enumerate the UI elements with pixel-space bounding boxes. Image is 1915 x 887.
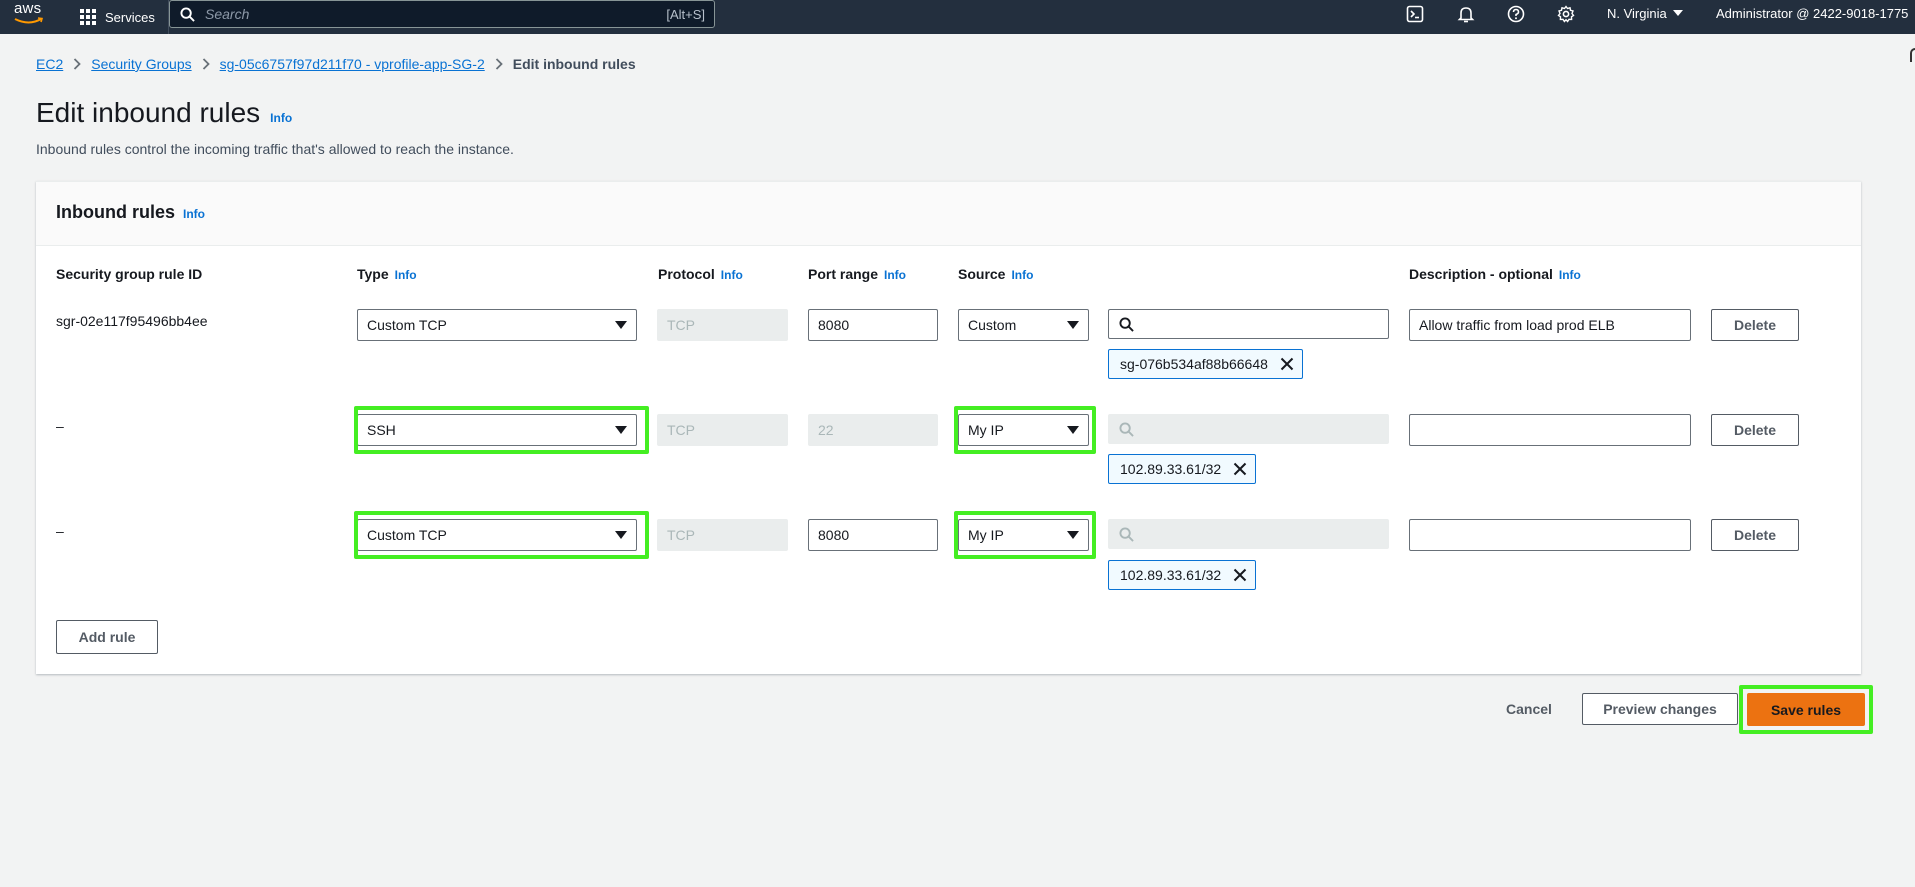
caret-down-icon: [1067, 321, 1079, 329]
top-navigation: aws Services Search [Alt+S] N. Virginia …: [0, 0, 1915, 34]
notifications-bell-icon[interactable]: [1457, 5, 1477, 25]
search-icon: [1119, 316, 1134, 332]
page-header: Edit inbound rules Info: [36, 97, 292, 129]
search-icon: [1119, 526, 1134, 542]
cancel-button[interactable]: Cancel: [1506, 701, 1552, 717]
source-select-2[interactable]: My IP: [958, 414, 1089, 446]
search-icon: [180, 6, 195, 22]
source-token-2: 102.89.33.61/32: [1108, 454, 1257, 484]
source-token-3: 102.89.33.61/32: [1108, 560, 1257, 590]
panel-title: Inbound rules: [56, 202, 175, 222]
account-menu[interactable]: Administrator @ 2422-9018-1775: [1716, 0, 1908, 26]
panel-header: Inbound rules Info: [36, 182, 1861, 246]
source-select-3[interactable]: My IP: [958, 519, 1089, 551]
source-info-link[interactable]: Info: [1011, 268, 1033, 282]
page-title: Edit inbound rules: [36, 97, 261, 128]
caret-down-icon: [1067, 426, 1079, 434]
aws-smile-icon: [14, 17, 44, 24]
page-info-link[interactable]: Info: [270, 111, 292, 125]
breadcrumb-current: Edit inbound rules: [512, 56, 636, 72]
col-header-rule-id: Security group rule ID: [56, 266, 203, 282]
delete-rule-button-3[interactable]: Delete: [1711, 519, 1799, 551]
caret-down-icon: [1067, 531, 1079, 539]
account-label: Administrator @ 2422-9018-1775: [1716, 5, 1909, 21]
description-info-link[interactable]: Info: [1559, 268, 1581, 282]
help-icon[interactable]: [1507, 5, 1527, 25]
protocol-info-link[interactable]: Info: [721, 268, 743, 282]
source-search-input-3: [1108, 519, 1389, 549]
chevron-right-icon: [485, 58, 513, 70]
caret-down-icon: [615, 531, 627, 539]
description-input-2[interactable]: [1409, 414, 1691, 446]
source-search-input-2: [1108, 414, 1389, 444]
breadcrumb-security-groups[interactable]: Security Groups: [91, 56, 191, 72]
add-rule-button[interactable]: Add rule: [56, 620, 158, 654]
protocol-field-3: TCP: [657, 519, 788, 551]
cloudshell-icon[interactable]: [1406, 5, 1426, 25]
col-header-description: Description - optional Info: [1409, 266, 1581, 282]
breadcrumb: EC2 Security Groups sg-05c6757f97d211f70…: [36, 56, 636, 72]
page-description: Inbound rules control the incoming traff…: [36, 141, 514, 157]
type-select-1[interactable]: Custom TCP: [357, 309, 637, 341]
source-search-input-1[interactable]: [1108, 309, 1389, 339]
breadcrumb-security-group[interactable]: sg-05c6757f97d211f70 - vprofile-app-SG-2: [220, 56, 485, 72]
chevron-right-icon: [63, 58, 91, 70]
remove-token-close-icon[interactable]: [1280, 357, 1294, 371]
caret-down-icon: [615, 321, 627, 329]
side-panel-edge: [1910, 48, 1915, 62]
services-label: Services: [105, 9, 155, 25]
port-range-info-link[interactable]: Info: [884, 268, 906, 282]
col-header-protocol: Protocol Info: [658, 266, 743, 282]
col-header-port-range: Port range Info: [808, 266, 907, 282]
region-selector[interactable]: N. Virginia: [1607, 0, 1683, 26]
region-label: N. Virginia: [1607, 5, 1667, 21]
rule-id-1: sgr-02e117f95496bb4ee: [56, 313, 208, 329]
region-caret-icon: [1672, 10, 1683, 16]
port-range-field-2: 22: [808, 414, 938, 446]
remove-token-close-icon[interactable]: [1233, 462, 1247, 476]
protocol-field-1: TCP: [657, 309, 788, 341]
type-select-3[interactable]: Custom TCP: [357, 519, 637, 551]
preview-changes-button[interactable]: Preview changes: [1582, 693, 1738, 725]
port-range-input-3[interactable]: 8080: [808, 519, 938, 551]
col-header-source: Source Info: [958, 266, 1034, 282]
search-shortcut-hint: [Alt+S]: [666, 6, 705, 22]
type-info-link[interactable]: Info: [395, 268, 417, 282]
delete-rule-button-1[interactable]: Delete: [1711, 309, 1799, 341]
breadcrumb-ec2[interactable]: EC2: [36, 56, 63, 72]
description-input-1[interactable]: Allow traffic from load prod ELB: [1409, 309, 1691, 341]
services-menu[interactable]: Services: [80, 0, 155, 34]
settings-gear-icon[interactable]: [1557, 5, 1577, 25]
remove-token-close-icon[interactable]: [1233, 568, 1247, 582]
caret-down-icon: [615, 426, 627, 434]
rule-id-2: –: [56, 418, 64, 434]
protocol-field-2: TCP: [657, 414, 788, 446]
source-token-1: sg-076b534af88b66648: [1108, 349, 1303, 379]
col-header-type: Type Info: [357, 266, 417, 282]
rule-id-3: –: [56, 523, 64, 539]
panel-info-link[interactable]: Info: [183, 207, 205, 221]
port-range-input-1[interactable]: 8080: [808, 309, 938, 341]
delete-rule-button-2[interactable]: Delete: [1711, 414, 1799, 446]
search-icon: [1119, 421, 1134, 437]
aws-logo-text: aws: [14, 0, 42, 17]
chevron-right-icon: [192, 58, 220, 70]
save-rules-button[interactable]: Save rules: [1747, 693, 1865, 726]
search-placeholder: Search: [205, 6, 250, 22]
aws-logo[interactable]: aws: [14, 0, 48, 30]
services-grid-icon: [80, 9, 96, 25]
source-select-1[interactable]: Custom: [958, 309, 1089, 341]
description-input-3[interactable]: [1409, 519, 1691, 551]
global-search-input[interactable]: Search [Alt+S]: [169, 0, 715, 28]
type-select-2[interactable]: SSH: [357, 414, 637, 446]
